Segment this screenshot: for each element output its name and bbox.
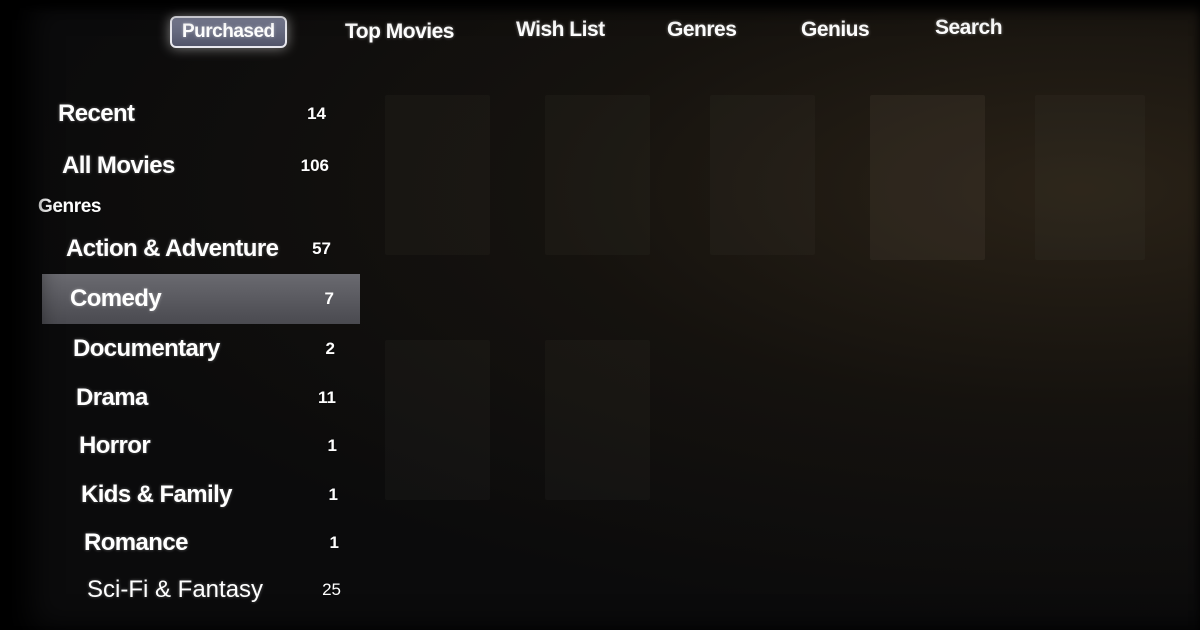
item-count: 25 <box>322 580 341 599</box>
tab-wish-list[interactable]: Wish List <box>516 18 605 42</box>
top-nav: Purchased Top Movies Wish List Genres Ge… <box>0 14 1200 54</box>
item-count: 14 <box>307 104 326 123</box>
movie-poster[interactable] <box>385 340 490 500</box>
item-count: 1 <box>327 436 337 455</box>
sidebar-item-recent[interactable]: Recent 14 <box>42 89 348 139</box>
movie-poster[interactable] <box>1035 95 1145 260</box>
movie-poster[interactable] <box>545 340 650 500</box>
genres-heading: Genres <box>38 196 102 217</box>
item-label: Comedy <box>70 285 162 312</box>
item-count: 1 <box>329 533 339 552</box>
tab-purchased[interactable]: Purchased <box>170 16 287 48</box>
movie-poster[interactable] <box>710 95 815 255</box>
tab-top-movies[interactable]: Top Movies <box>345 20 454 44</box>
item-label: Kids & Family <box>81 481 233 508</box>
genre-item-kids-family[interactable]: Kids & Family 1 <box>42 470 360 520</box>
tab-genius[interactable]: Genius <box>801 18 870 42</box>
item-label: Horror <box>79 432 151 459</box>
genre-item-documentary[interactable]: Documentary 2 <box>42 324 357 374</box>
movie-poster[interactable] <box>870 95 985 260</box>
item-count: 11 <box>318 388 336 407</box>
movie-poster[interactable] <box>545 95 650 255</box>
item-count: 57 <box>312 239 331 258</box>
sidebar-item-all-movies[interactable]: All Movies 106 <box>42 141 351 191</box>
item-label: Romance <box>84 529 188 556</box>
item-label: Recent <box>58 100 135 127</box>
item-label: Drama <box>76 384 148 411</box>
genre-item-comedy[interactable]: Comedy 7 <box>42 274 360 324</box>
item-count: 7 <box>324 289 334 308</box>
genre-item-horror[interactable]: Horror 1 <box>42 421 359 471</box>
item-count: 1 <box>328 485 338 504</box>
genre-item-romance[interactable]: Romance 1 <box>42 518 361 568</box>
item-label: Sci-Fi & Fantasy <box>87 576 264 603</box>
genre-item-sci-fi-fantasy[interactable]: Sci-Fi & Fantasy 25 <box>42 565 363 615</box>
genre-item-action-adventure[interactable]: Action & Adventure 57 <box>42 224 353 274</box>
item-label: Documentary <box>73 335 220 362</box>
item-label: Action & Adventure <box>66 235 279 262</box>
tab-search[interactable]: Search <box>935 16 1003 40</box>
item-label: All Movies <box>62 152 175 179</box>
item-count: 2 <box>325 339 335 358</box>
movie-poster[interactable] <box>385 95 490 255</box>
tab-genres[interactable]: Genres <box>667 18 737 42</box>
genre-item-drama[interactable]: Drama 11 <box>42 373 358 423</box>
item-count: 106 <box>300 156 329 175</box>
